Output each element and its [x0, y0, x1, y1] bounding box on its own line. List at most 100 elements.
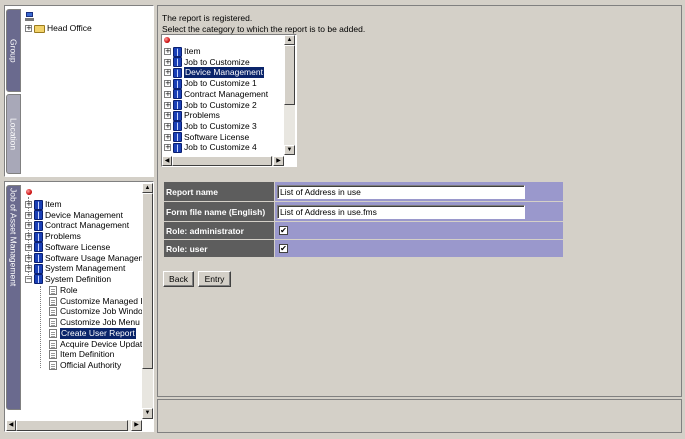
tree-item[interactable]: − System Definition: [25, 274, 111, 285]
category-item[interactable]: + Software License: [164, 132, 249, 143]
book-icon: [173, 132, 182, 143]
tree-item[interactable]: + Item: [25, 199, 62, 210]
book-icon: [173, 121, 182, 132]
expand-icon[interactable]: +: [164, 122, 171, 130]
category-item[interactable]: + Problems: [164, 110, 220, 121]
role-user-label: Role: user: [164, 240, 274, 257]
expand-icon[interactable]: +: [25, 233, 32, 241]
expand-icon[interactable]: +: [25, 265, 32, 273]
entry-button[interactable]: Entry: [198, 271, 231, 287]
category-item[interactable]: + Contract Management: [164, 89, 268, 100]
category-scroll-left[interactable]: ◀: [162, 156, 172, 166]
book-icon: [173, 89, 182, 100]
expand-icon[interactable]: +: [25, 243, 32, 251]
tree-item[interactable]: Acquire Device Update: [49, 339, 147, 350]
tree-item[interactable]: + Contract Management: [25, 220, 129, 231]
page-icon: [49, 318, 57, 328]
category-item[interactable]: + Item: [164, 46, 201, 57]
category-scroll-right[interactable]: ▶: [273, 156, 284, 166]
tree-item[interactable]: + Software License: [25, 242, 110, 253]
tree-item[interactable]: + System Management: [25, 263, 125, 274]
tree-item[interactable]: + Problems: [25, 231, 81, 242]
tree-item-label: Customize Job Menu: [60, 317, 140, 328]
message-select-category: Select the category to which the report …: [162, 24, 366, 34]
page-icon: [49, 360, 57, 370]
tree-item-label: Item: [45, 199, 62, 209]
collapse-icon[interactable]: −: [25, 275, 32, 283]
scroll-thumb[interactable]: [142, 193, 153, 369]
tree-item-label: Job to Customize 3: [184, 120, 257, 131]
category-scroll-up[interactable]: ▲: [284, 35, 295, 45]
scroll-left-button[interactable]: ◀: [6, 420, 16, 431]
category-scroll-down[interactable]: ▼: [284, 145, 295, 155]
category-h-thumb[interactable]: [172, 156, 272, 166]
page-icon: [49, 339, 57, 349]
role-administrator-checkbox[interactable]: ✔: [279, 226, 288, 235]
expand-icon[interactable]: +: [25, 201, 32, 208]
expand-icon[interactable]: +: [164, 112, 171, 120]
tree-item-label: Role: [60, 285, 78, 295]
category-item[interactable]: + Job to Customize: [164, 57, 250, 68]
page-icon: [49, 350, 57, 360]
tree-item-label: Job to Customize 1: [184, 78, 257, 89]
tree-item[interactable]: Official Authority: [49, 360, 121, 371]
tab-location[interactable]: Location: [6, 94, 21, 174]
tree-item-selected[interactable]: Create User Report: [49, 327, 136, 339]
expand-icon[interactable]: +: [164, 144, 171, 152]
scroll-right-button[interactable]: ▶: [131, 420, 142, 431]
tree-item[interactable]: + Device Management: [25, 210, 123, 221]
expand-icon[interactable]: +: [164, 48, 171, 55]
tree-item-label: Software Usage Managen: [45, 252, 144, 263]
book-icon: [34, 199, 43, 210]
tab-job-label: Job of Asset Management: [8, 188, 19, 287]
book-icon: [173, 46, 182, 57]
form-file-name-label: Form file name (English): [164, 202, 274, 221]
expand-icon[interactable]: +: [164, 90, 171, 98]
tree-item[interactable]: Item Definition: [49, 349, 114, 360]
scroll-h-thumb[interactable]: [16, 420, 128, 431]
tree-item-label: Create User Report: [60, 327, 136, 339]
expand-icon[interactable]: +: [25, 222, 32, 230]
tree-item[interactable]: Role: [49, 285, 77, 296]
tree-item-head-office[interactable]: + Head Office: [25, 23, 92, 34]
category-item[interactable]: + Job to Customize 4: [164, 142, 257, 153]
tree-item[interactable]: Customize Managed It: [49, 296, 145, 307]
tab-group-label: Group: [8, 38, 19, 63]
category-item-selected[interactable]: + Device Management: [164, 67, 264, 79]
category-item[interactable]: + Job to Customize 1: [164, 78, 257, 89]
tree-item[interactable]: + Software Usage Managen: [25, 253, 143, 264]
book-icon: [34, 231, 43, 242]
scroll-up-button[interactable]: ▲: [142, 183, 153, 193]
expand-icon[interactable]: +: [25, 211, 32, 219]
expand-icon[interactable]: +: [25, 25, 32, 32]
expand-icon[interactable]: +: [164, 133, 171, 141]
expand-icon[interactable]: +: [25, 254, 32, 262]
expand-icon[interactable]: +: [164, 58, 171, 66]
back-button[interactable]: Back: [163, 271, 194, 287]
tree-item[interactable]: Customize Job Windo: [49, 306, 143, 317]
tree-item[interactable]: Customize Job Menu: [49, 317, 140, 328]
book-icon: [173, 67, 182, 78]
category-scroll-thumb[interactable]: [284, 45, 295, 105]
page-icon: [49, 296, 57, 306]
report-name-input[interactable]: List of Address in use: [277, 185, 525, 199]
tree-item-label: Item: [184, 46, 201, 56]
expand-icon[interactable]: +: [164, 69, 171, 77]
category-item[interactable]: + Job to Customize 2: [164, 100, 257, 111]
book-icon: [34, 220, 43, 231]
expand-icon[interactable]: +: [164, 80, 171, 88]
tree-item-label: Job to Customize 2: [184, 99, 257, 110]
tab-job-of-asset-management[interactable]: Job of Asset Management: [6, 185, 21, 410]
form-file-name-input[interactable]: List of Address in use.fms: [277, 205, 525, 219]
tree-item-label: Contract Management: [45, 220, 130, 231]
tree-item-label: Device Management: [45, 209, 123, 220]
tree-item-label: Problems: [45, 231, 81, 242]
tab-group[interactable]: Group: [6, 9, 21, 92]
role-user-checkbox[interactable]: ✔: [279, 244, 288, 253]
category-item[interactable]: + Job to Customize 3: [164, 121, 257, 132]
book-icon: [173, 100, 182, 110]
folder-icon: [34, 24, 45, 33]
book-icon: [173, 78, 182, 89]
scroll-down-button[interactable]: ▼: [142, 408, 153, 419]
expand-icon[interactable]: +: [164, 101, 171, 109]
